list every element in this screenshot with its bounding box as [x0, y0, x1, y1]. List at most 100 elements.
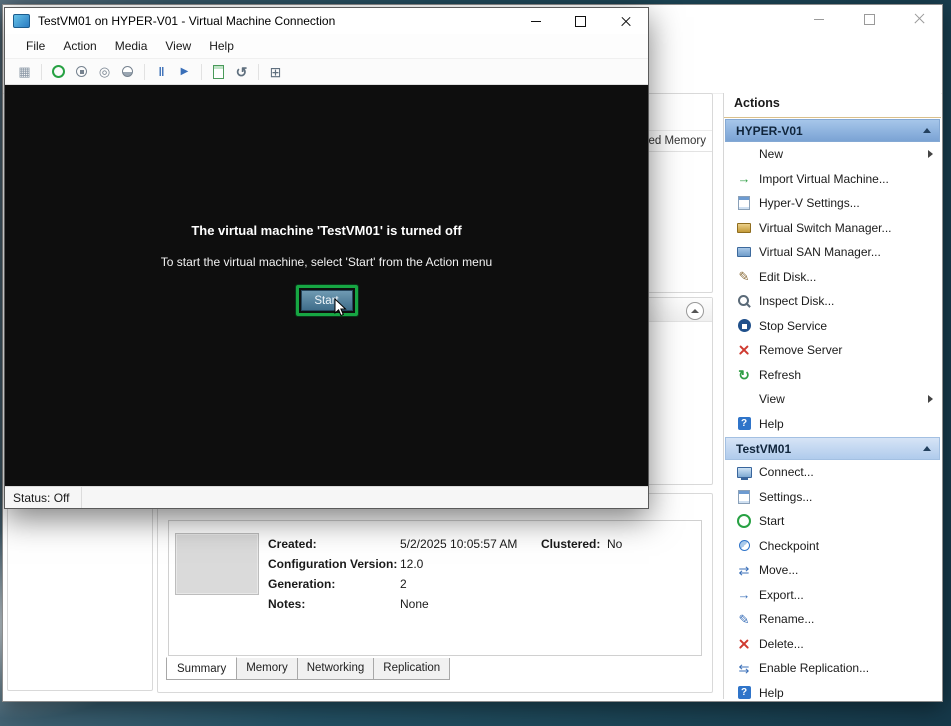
action-virtual-san-manager[interactable]: Virtual SAN Manager...: [724, 240, 941, 265]
turn-off-icon: [74, 64, 90, 80]
tab-memory[interactable]: Memory: [236, 658, 298, 680]
statusbar-divider: [81, 487, 82, 508]
mouse-cursor-icon: [334, 298, 347, 317]
vm-connection-window: TestVM01 on HYPER-V01 - Virtual Machine …: [4, 7, 649, 509]
action-start[interactable]: Start: [724, 509, 941, 534]
menu-action[interactable]: Action: [54, 36, 105, 56]
collapse-pane-button[interactable]: [686, 302, 704, 320]
action-enable-replication[interactable]: Enable Replication...: [724, 656, 941, 681]
action-export[interactable]: Export...: [724, 583, 941, 608]
field-value: 2: [400, 577, 541, 591]
pause-button[interactable]: [150, 61, 173, 83]
action-move[interactable]: Move...: [724, 558, 941, 583]
action-label: Move...: [759, 563, 798, 577]
blank-icon: [736, 391, 752, 407]
action-view[interactable]: View: [724, 387, 941, 412]
details-tabs: SummaryMemoryNetworkingReplication: [166, 658, 449, 680]
action-virtual-switch-manager[interactable]: Virtual Switch Manager...: [724, 216, 941, 241]
menu-file[interactable]: File: [17, 36, 54, 56]
action-settings[interactable]: Settings...: [724, 485, 941, 510]
pause-icon: [154, 64, 170, 80]
action-remove-server[interactable]: Remove Server: [724, 338, 941, 363]
action-help[interactable]: Help: [724, 412, 941, 437]
action-help[interactable]: Help: [724, 681, 941, 700]
action-connect[interactable]: Connect...: [724, 460, 941, 485]
maximize-icon[interactable]: [558, 8, 603, 34]
action-label: Connect...: [759, 465, 814, 479]
enhanced-session-button[interactable]: [264, 61, 287, 83]
import-icon: [736, 171, 752, 187]
tab-networking[interactable]: Networking: [297, 658, 375, 680]
turn-off-button[interactable]: [70, 61, 93, 83]
refresh-icon: [736, 367, 752, 383]
manager-minimize-icon[interactable]: [806, 8, 832, 30]
revert-button[interactable]: [230, 61, 253, 83]
vm-start-hint: To start the virtual machine, select 'St…: [5, 255, 648, 269]
ctrl-alt-del-button[interactable]: [13, 61, 36, 83]
tab-summary[interactable]: Summary: [166, 657, 237, 680]
shut-down-button[interactable]: [93, 61, 116, 83]
toolbar-separator: [201, 64, 202, 80]
vmconnect-titlebar[interactable]: TestVM01 on HYPER-V01 - Virtual Machine …: [5, 8, 648, 34]
action-import-virtual-machine[interactable]: Import Virtual Machine...: [724, 167, 941, 192]
action-inspect-disk[interactable]: Inspect Disk...: [724, 289, 941, 314]
switch-icon: [736, 220, 752, 236]
action-checkpoint[interactable]: Checkpoint: [724, 534, 941, 559]
export-icon: [736, 587, 752, 603]
action-new[interactable]: New: [724, 142, 941, 167]
checkpoint-button[interactable]: [207, 61, 230, 83]
vm-thumbnail[interactable]: [175, 533, 259, 595]
action-label: New: [759, 147, 783, 161]
action-label: Enable Replication...: [759, 661, 869, 675]
actions-section-testvm01[interactable]: TestVM01: [725, 437, 940, 460]
action-delete[interactable]: Delete...: [724, 632, 941, 657]
toolbar-separator: [41, 64, 42, 80]
help-icon: [736, 685, 752, 699]
remove-icon: [736, 342, 752, 358]
details-fields: Created:5/2/2025 10:05:57 AMClustered:No…: [268, 537, 622, 617]
detail-row: Created:5/2/2025 10:05:57 AMClustered:No: [268, 537, 622, 557]
action-label: Import Virtual Machine...: [759, 172, 889, 186]
tab-replication[interactable]: Replication: [373, 658, 450, 680]
action-label: Rename...: [759, 612, 814, 626]
start-icon: [736, 513, 752, 529]
minimize-icon[interactable]: [513, 8, 558, 34]
field-label: Configuration Version:: [268, 557, 400, 571]
action-label: Virtual Switch Manager...: [759, 221, 892, 235]
close-icon[interactable]: [603, 8, 648, 34]
submenu-arrow-icon: [928, 150, 933, 158]
details-summary-box: Created:5/2/2025 10:05:57 AMClustered:No…: [168, 520, 702, 656]
actions-section-hyper-v01[interactable]: HYPER-V01: [725, 119, 940, 142]
vm-console-screen[interactable]: The virtual machine 'TestVM01' is turned…: [5, 85, 648, 486]
action-label: Export...: [759, 588, 804, 602]
field-label: Created:: [268, 537, 400, 551]
reset-button[interactable]: [173, 61, 196, 83]
action-label: Refresh: [759, 368, 801, 382]
action-hyper-v-settings[interactable]: Hyper-V Settings...: [724, 191, 941, 216]
vmconnect-statusbar: Status: Off: [5, 486, 648, 508]
checkpoint-icon: [211, 64, 227, 80]
action-label: Settings...: [759, 490, 812, 504]
menu-help[interactable]: Help: [200, 36, 243, 56]
save-icon: [120, 64, 136, 80]
menu-view[interactable]: View: [156, 36, 200, 56]
actions-pane: Actions HYPER-V01NewImport Virtual Machi…: [723, 93, 941, 699]
action-stop-service[interactable]: Stop Service: [724, 314, 941, 339]
save-button[interactable]: [116, 61, 139, 83]
action-rename[interactable]: Rename...: [724, 607, 941, 632]
help-icon: [736, 416, 752, 432]
action-edit-disk[interactable]: Edit Disk...: [724, 265, 941, 290]
menu-media[interactable]: Media: [106, 36, 157, 56]
manager-close-icon[interactable]: [906, 8, 932, 30]
action-refresh[interactable]: Refresh: [724, 363, 941, 388]
settings-card-icon: [736, 195, 752, 211]
stop-service-icon: [736, 318, 752, 334]
field-value: None: [400, 597, 541, 611]
field-label: Generation:: [268, 577, 400, 591]
move-icon: [736, 562, 752, 578]
toolbar-separator: [144, 64, 145, 80]
start-button[interactable]: [47, 61, 70, 83]
manager-maximize-icon[interactable]: [856, 8, 882, 30]
detail-row: Generation:2: [268, 577, 622, 597]
vmconnect-title: TestVM01 on HYPER-V01 - Virtual Machine …: [38, 14, 335, 28]
